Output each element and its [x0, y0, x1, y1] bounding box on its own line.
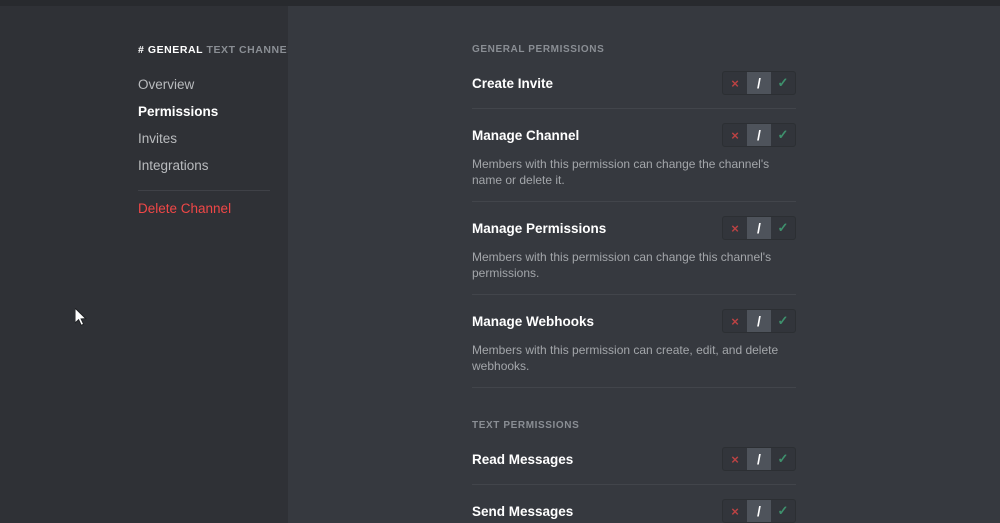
permission-neutral-button[interactable]: /: [747, 72, 771, 94]
discord-channel-settings: # GENERAL TEXT CHANNELS Overview Permissi…: [0, 0, 1000, 523]
sidebar-item-delete-channel[interactable]: Delete Channel: [138, 201, 270, 216]
permission-row: Manage Channel × / ✓ Members with this permi…: [472, 123, 796, 201]
permission-deny-button[interactable]: ×: [723, 310, 747, 332]
permission-row-header: Create Invite × / ✓: [472, 71, 796, 95]
permission-divider: [472, 484, 796, 485]
permission-row: Create Invite × / ✓: [472, 71, 796, 108]
permission-row-header: Manage Webhooks × / ✓: [472, 309, 796, 333]
permission-row: Send Messages × / ✓: [472, 499, 796, 523]
permission-tristate-toggle[interactable]: × / ✓: [722, 447, 796, 471]
permission-allow-button[interactable]: ✓: [771, 124, 795, 146]
permission-row: Read Messages × / ✓: [472, 447, 796, 484]
permission-row-header: Manage Permissions × / ✓: [472, 216, 796, 240]
sidebar-divider: [138, 190, 270, 191]
permission-tristate-toggle[interactable]: × / ✓: [722, 71, 796, 95]
section-label: GENERAL PERMISSIONS: [472, 44, 605, 55]
permission-neutral-button[interactable]: /: [747, 217, 771, 239]
mouse-cursor: [74, 306, 88, 332]
permission-deny-button[interactable]: ×: [723, 500, 747, 522]
settings-sidebar-region: # GENERAL TEXT CHANNELS Overview Permissi…: [0, 6, 442, 523]
permission-tristate-toggle[interactable]: × / ✓: [722, 499, 796, 523]
permission-allow-button[interactable]: ✓: [771, 448, 795, 470]
permission-tristate-toggle[interactable]: × / ✓: [722, 309, 796, 333]
permission-deny-button[interactable]: ×: [723, 124, 747, 146]
settings-sidebar: # GENERAL TEXT CHANNELS Overview Permissi…: [138, 44, 301, 216]
channel-hash-icon: #: [138, 44, 145, 56]
permission-deny-button[interactable]: ×: [723, 217, 747, 239]
section-label: TEXT PERMISSIONS: [472, 420, 580, 431]
permission-name: Manage Webhooks: [472, 313, 595, 329]
permissions-main-panel: GENERAL PERMISSIONS Create Invite × / ✓ Manag…: [288, 6, 1000, 523]
permission-tristate-toggle[interactable]: × / ✓: [722, 216, 796, 240]
permission-name: Manage Channel: [472, 127, 580, 143]
permission-neutral-button[interactable]: /: [747, 310, 771, 332]
permission-divider: [472, 201, 796, 202]
permission-description: Members with this permission can create,…: [472, 343, 779, 373]
permission-description: Members with this permission can change …: [472, 250, 772, 280]
permission-name: Send Messages: [472, 503, 574, 519]
sidebar-item-overview[interactable]: Overview: [138, 71, 270, 98]
permission-row: Manage Webhooks × / ✓ Members with this perm…: [472, 309, 796, 387]
sidebar-item-permissions[interactable]: Permissions: [138, 98, 270, 125]
permission-divider: [472, 387, 796, 388]
permission-neutral-button[interactable]: /: [747, 124, 771, 146]
permission-row-header: Read Messages × / ✓: [472, 447, 796, 471]
permission-allow-button[interactable]: ✓: [771, 310, 795, 332]
permission-deny-button[interactable]: ×: [723, 72, 747, 94]
permission-name: Manage Permissions: [472, 220, 607, 236]
permission-row-header: Manage Channel × / ✓: [472, 123, 796, 147]
permission-divider: [472, 294, 796, 295]
permission-tristate-toggle[interactable]: × / ✓: [722, 123, 796, 147]
permission-description: Members with this permission can change …: [472, 157, 770, 187]
permission-row-header: Send Messages × / ✓: [472, 499, 796, 523]
sidebar-channel-name: GENERAL: [147, 44, 204, 56]
permission-allow-button[interactable]: ✓: [771, 72, 795, 94]
permission-allow-button[interactable]: ✓: [771, 500, 795, 522]
permission-name: Read Messages: [472, 451, 574, 467]
permissions-content: GENERAL PERMISSIONS Create Invite × / ✓ Manag…: [472, 44, 796, 523]
permission-allow-button[interactable]: ✓: [771, 217, 795, 239]
sidebar-item-invites[interactable]: Invites: [138, 125, 270, 152]
permission-deny-button[interactable]: ×: [723, 448, 747, 470]
sidebar-item-integrations[interactable]: Integrations: [138, 152, 270, 179]
permission-name: Create Invite: [472, 75, 554, 91]
permission-neutral-button[interactable]: /: [747, 448, 771, 470]
permission-neutral-button[interactable]: /: [747, 500, 771, 522]
sidebar-header: # GENERAL TEXT CHANNELS: [138, 44, 301, 57]
permission-row: Manage Permissions × / ✓ Members with this p…: [472, 216, 796, 294]
permission-divider: [472, 108, 796, 109]
